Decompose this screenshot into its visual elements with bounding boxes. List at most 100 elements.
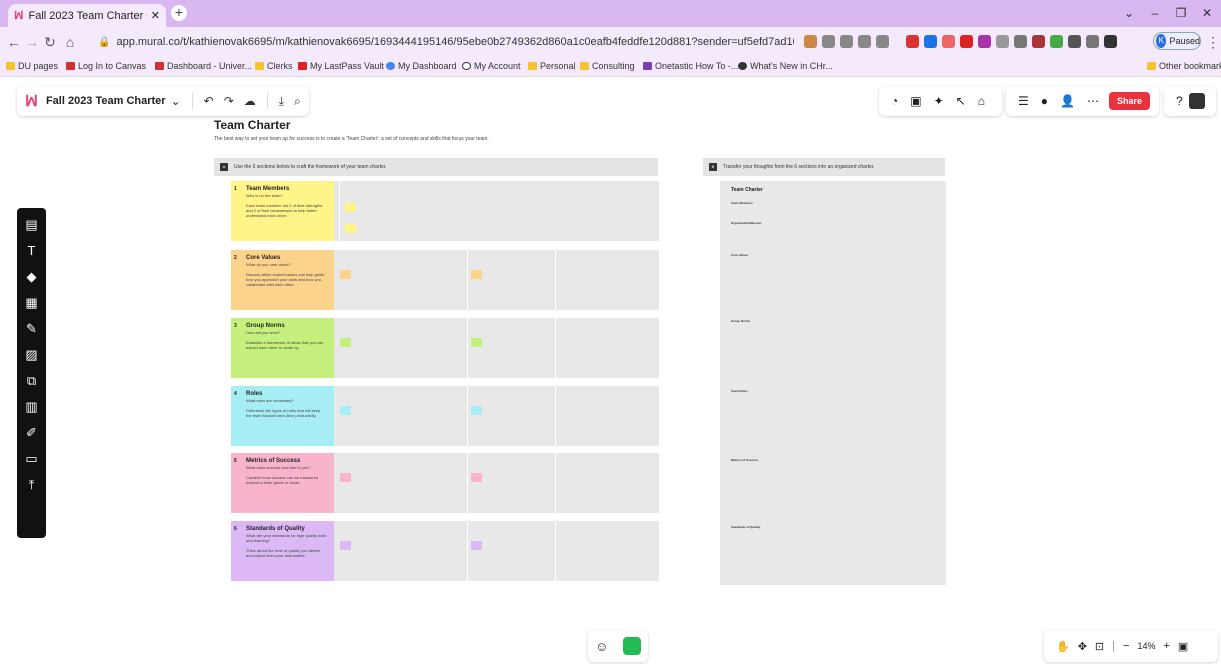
extension-icon[interactable] (804, 35, 817, 48)
share-page-icon[interactable] (858, 35, 871, 48)
bookmark-item[interactable]: Other bookmarks (1147, 61, 1221, 71)
zoom-in-icon[interactable]: + (1163, 640, 1169, 652)
mural-title[interactable]: Fall 2023 Team Charter (46, 95, 166, 107)
private-mode-icon[interactable]: ⌂ (978, 94, 985, 108)
sticky-note-icon[interactable]: ▤ (17, 214, 46, 236)
cloud-icon[interactable]: ☁ (244, 94, 256, 108)
upload-icon[interactable]: ⤒ (17, 474, 46, 496)
extension-icon-4[interactable] (960, 35, 973, 48)
frames-icon[interactable]: ▭ (17, 448, 46, 470)
reading-list-icon[interactable] (1086, 35, 1099, 48)
bookmark-item[interactable]: Consulting (580, 61, 635, 71)
install-icon[interactable] (840, 35, 853, 48)
extension-icon-5[interactable] (978, 35, 991, 48)
table-icon[interactable]: ▥ (17, 396, 46, 418)
sticky-note[interactable] (340, 541, 351, 550)
share-button[interactable]: Share (1108, 92, 1150, 110)
chevron-down-icon[interactable]: ⌄ (171, 94, 181, 108)
mural-logo-icon[interactable]: ꟽ (25, 92, 38, 110)
hand-tool-icon[interactable]: ✋ (1056, 640, 1070, 653)
extensions-puzzle-icon[interactable] (1068, 35, 1081, 48)
draw-icon[interactable]: ✎ (17, 318, 46, 340)
lastpass-extension-icon[interactable] (906, 35, 919, 48)
voting-icon[interactable]: ▣ (910, 94, 921, 108)
pen-icon[interactable]: ✐ (17, 422, 46, 444)
sticky-note[interactable] (345, 203, 356, 212)
sticky-note[interactable] (340, 406, 351, 415)
bookmark-item[interactable]: Log In to Canvas (66, 61, 146, 71)
charter-row-metrics-of-success[interactable]: 5 Metrics of Success What does success l… (231, 453, 659, 513)
bookmark-item[interactable]: My Account (462, 61, 521, 71)
redo-icon[interactable]: ↷ (224, 94, 234, 108)
close-tab-icon[interactable]: ✕ (151, 9, 160, 22)
avatar[interactable] (1188, 93, 1205, 109)
extension-icon-9[interactable] (1050, 35, 1063, 48)
collaborator-avatar[interactable] (622, 637, 641, 655)
minimize-button[interactable]: – (1142, 3, 1168, 23)
search-icon[interactable]: ⌕ (294, 94, 301, 109)
bookmark-item[interactable]: My Dashboard (386, 61, 457, 71)
extension-icon-7[interactable] (1014, 35, 1027, 48)
members-icon[interactable]: 👤 (1060, 94, 1075, 108)
image-icon[interactable]: ▨ (17, 344, 46, 366)
extension-icon-8[interactable] (1032, 35, 1045, 48)
sticky-note[interactable] (471, 338, 482, 347)
extension-icon-2[interactable] (924, 35, 937, 48)
browser-tab[interactable]: ꟽ Fall 2023 Team Charter • Kathie... ✕ (8, 4, 166, 27)
shapes-icon[interactable]: ◆ (17, 266, 46, 288)
zoom-level[interactable]: 14% (1137, 641, 1155, 651)
side-panel-icon[interactable] (1104, 35, 1117, 48)
emoji-icon[interactable]: ☺ (595, 639, 608, 654)
bookmark-item[interactable]: What's New in CHr... (738, 61, 833, 71)
bookmark-item[interactable]: Clerks (255, 61, 293, 71)
bookmark-star-icon[interactable] (876, 35, 889, 48)
sticky-note[interactable] (471, 473, 482, 482)
zoom-icon[interactable] (822, 35, 835, 48)
more-icon[interactable]: ⋯ (1087, 94, 1099, 108)
outline-icon[interactable]: ☰ (1018, 94, 1029, 108)
browser-menu-icon[interactable]: ⋮ (1205, 34, 1221, 51)
sticky-note[interactable] (471, 541, 482, 550)
minimap-icon[interactable]: ▣ (1178, 640, 1188, 653)
charter-row-group-norms[interactable]: 3 Group Norms How will you work? Establi… (231, 318, 659, 378)
sticky-note[interactable] (471, 270, 482, 279)
sticky-note[interactable] (345, 224, 356, 233)
forward-icon[interactable]: → (24, 34, 40, 50)
new-tab-button[interactable]: + (171, 5, 187, 21)
bookmark-item[interactable]: Dashboard - Univer... (155, 61, 252, 71)
close-window-button[interactable]: ✕ (1194, 3, 1220, 23)
charter-row-roles[interactable]: 4 Roles What roles are necessary? Determ… (231, 386, 659, 446)
pan-icon[interactable]: ✥ (1078, 640, 1087, 653)
profile-button[interactable]: K Paused (1153, 32, 1201, 50)
back-icon[interactable]: ← (6, 34, 22, 50)
organized-charter-panel[interactable]: Team Charter Team Members Organization/M… (720, 181, 946, 585)
extension-icon-3[interactable] (942, 35, 955, 48)
reload-icon[interactable]: ↻ (42, 34, 58, 51)
comments-icon[interactable]: ● (1041, 94, 1048, 108)
bookmark-item[interactable]: Personal (528, 61, 576, 71)
help-icon[interactable]: ? (1176, 94, 1183, 108)
extension-icon-6[interactable] (996, 35, 1009, 48)
sticky-note[interactable] (340, 473, 351, 482)
export-icon[interactable]: ⤓ (279, 94, 284, 109)
charter-row-standards-of-quality[interactable]: 6 Standards of Quality What are your sta… (231, 521, 659, 581)
sticky-note[interactable] (471, 406, 482, 415)
sticky-note[interactable] (340, 270, 351, 279)
charter-row-core-values[interactable]: 2 Core Values What do you care about? Di… (231, 250, 659, 310)
laser-pointer-icon[interactable]: ↖ (956, 94, 966, 108)
url-field[interactable]: 🔒 app.mural.co/t/kathienovak6695/m/kathi… (98, 31, 794, 53)
zoom-out-icon[interactable]: − (1123, 640, 1129, 652)
bookmark-item[interactable]: Onetastic How To -... (643, 61, 738, 71)
templates-icon[interactable]: ▦ (17, 292, 46, 314)
tab-search-icon[interactable]: ⌄ (1116, 3, 1142, 23)
home-icon[interactable]: ⌂ (62, 34, 78, 50)
bookmark-item[interactable]: DU pages (6, 61, 58, 71)
celebrate-icon[interactable]: ✦ (934, 94, 944, 108)
diagram-icon[interactable]: ⧉ (17, 370, 46, 392)
fit-to-screen-icon[interactable]: ⊡ (1095, 640, 1104, 653)
timer-icon[interactable]: ◔ (891, 94, 898, 108)
restore-button[interactable]: ❐ (1168, 3, 1194, 23)
bookmark-item[interactable]: My LastPass Vault (298, 61, 384, 71)
undo-icon[interactable]: ↶ (204, 94, 214, 108)
charter-row-team-members[interactable]: 1 Team Members Who is on the team? Each … (231, 181, 659, 241)
